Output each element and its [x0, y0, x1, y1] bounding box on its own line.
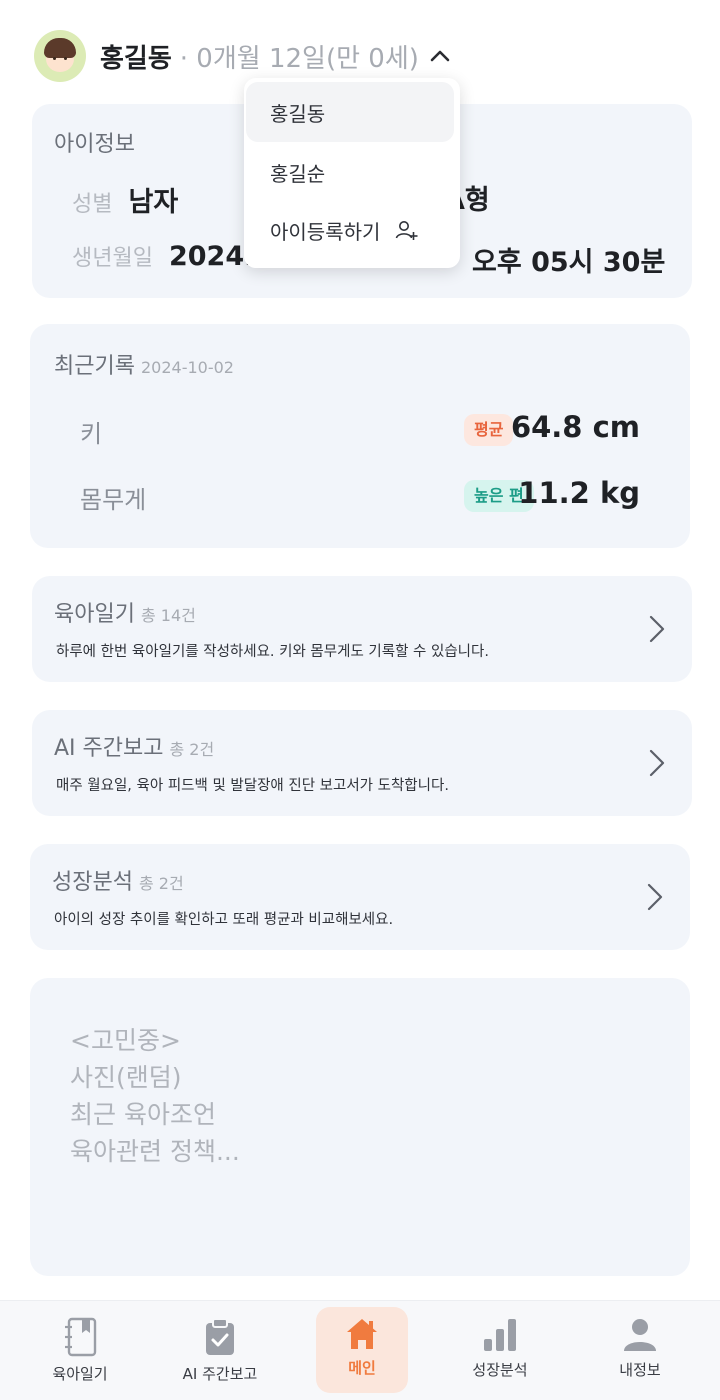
height-row: 키 평균 64.8 cm	[30, 410, 690, 454]
add-child-label: 아이등록하기	[270, 219, 381, 244]
nav-item-ai-report[interactable]: AI 주간보고	[174, 1307, 266, 1393]
placeholder-line: 최근 육아조언	[70, 1100, 216, 1129]
weight-row: 몸무게 높은 편 11.2 kg	[30, 476, 690, 520]
nav-label-ai-report: AI 주간보고	[182, 1365, 258, 1383]
add-user-icon	[396, 221, 418, 240]
ai-report-card[interactable]: AI 주간보고 총 2건 매주 월요일, 육아 피드백 및 발달장애 진단 보고…	[32, 710, 692, 816]
recent-record-date: 2024-10-02	[140, 358, 234, 377]
nav-item-diary[interactable]: 육아일기	[34, 1307, 126, 1393]
nav-label-main: 메인	[348, 1359, 376, 1377]
clipboard-check-icon	[206, 1318, 234, 1355]
ai-report-title: AI 주간보고	[54, 736, 164, 761]
child-age: · 0개월 12일(만 0세)	[179, 43, 419, 74]
birth-time-value: 오후 05시 30분	[472, 247, 666, 278]
height-label: 키	[80, 420, 103, 448]
growth-analysis-desc: 아이의 성장 추이를 확인하고 또래 평균과 비교해보세요.	[54, 912, 394, 928]
diary-title: 육아일기	[54, 602, 135, 627]
dropdown-item-child-1[interactable]: 홍길동	[246, 82, 454, 142]
nav-item-growth[interactable]: 성장분석	[454, 1307, 546, 1393]
weight-label: 몸무게	[80, 486, 147, 514]
child-avatar	[34, 30, 86, 82]
height-value: 64.8 cm	[510, 410, 640, 444]
height-status-badge: 평균	[464, 414, 514, 446]
ai-report-desc: 매주 월요일, 육아 피드백 및 발달장애 진단 보고서가 도착합니다.	[56, 778, 449, 794]
weight-value: 11.2 kg	[518, 476, 640, 510]
nav-item-my-info[interactable]: 내정보	[594, 1307, 686, 1393]
recent-record-card: 최근기록 2024-10-02 키 평균 64.8 cm 몸무게 높은 편 11…	[30, 324, 690, 548]
home-icon	[347, 1319, 377, 1349]
child-name: 홍길동	[100, 43, 172, 74]
diary-count: 총 14건	[140, 606, 196, 625]
growth-analysis-title: 성장분석	[52, 870, 133, 895]
diary-book-icon	[65, 1317, 97, 1357]
chevron-up-icon[interactable]	[429, 45, 451, 67]
bottom-navigation: 육아일기 AI 주간보고 메인 성장분석 내정보	[0, 1300, 720, 1400]
chevron-right-icon[interactable]	[648, 614, 666, 644]
child-info-title: 아이정보	[54, 132, 135, 157]
nav-item-main[interactable]: 메인	[316, 1307, 408, 1393]
placeholder-line: <고민중>	[70, 1026, 181, 1055]
growth-analysis-card[interactable]: 성장분석 총 2건 아이의 성장 추이를 확인하고 또래 평균과 비교해보세요.	[30, 844, 690, 950]
chevron-right-icon[interactable]	[646, 882, 664, 912]
gender-label: 성별	[72, 192, 113, 217]
dropdown-item-child-2[interactable]: 홍길순	[246, 142, 454, 202]
birth-row: 생년월일 2024.	[72, 240, 254, 272]
nav-label-diary: 육아일기	[52, 1365, 108, 1383]
nav-label-my-info: 내정보	[619, 1361, 661, 1379]
placeholder-panel: <고민중> 사진(랜덤) 최근 육아조언 육아관련 정책...	[30, 978, 690, 1276]
birth-value: 2024.	[168, 241, 255, 272]
nav-label-growth: 성장분석	[472, 1361, 528, 1379]
recent-record-title: 최근기록	[54, 354, 135, 379]
ai-report-count: 총 2건	[169, 740, 215, 759]
growth-analysis-count: 총 2건	[138, 874, 184, 893]
placeholder-line: 육아관련 정책...	[70, 1137, 240, 1166]
diary-card[interactable]: 육아일기 총 14건 하루에 한번 육아일기를 작성하세요. 키와 몸무게도 기…	[32, 576, 692, 682]
child-dropdown-menu: 홍길동 홍길순 아이등록하기	[244, 78, 460, 268]
gender-value: 남자	[128, 187, 179, 218]
birth-label: 생년월일	[72, 246, 153, 271]
bar-chart-icon	[484, 1319, 516, 1351]
chevron-right-icon[interactable]	[648, 748, 666, 778]
diary-desc: 하루에 한번 육아일기를 작성하세요. 키와 몸무게도 기록할 수 있습니다.	[56, 644, 489, 660]
child-selector[interactable]: 홍길동 · 0개월 12일(만 0세)	[34, 30, 451, 82]
user-icon	[624, 1319, 656, 1351]
placeholder-line: 사진(랜덤)	[70, 1063, 182, 1092]
add-child-button[interactable]: 아이등록하기	[246, 200, 454, 260]
gender-row: 성별 남자	[72, 180, 178, 219]
